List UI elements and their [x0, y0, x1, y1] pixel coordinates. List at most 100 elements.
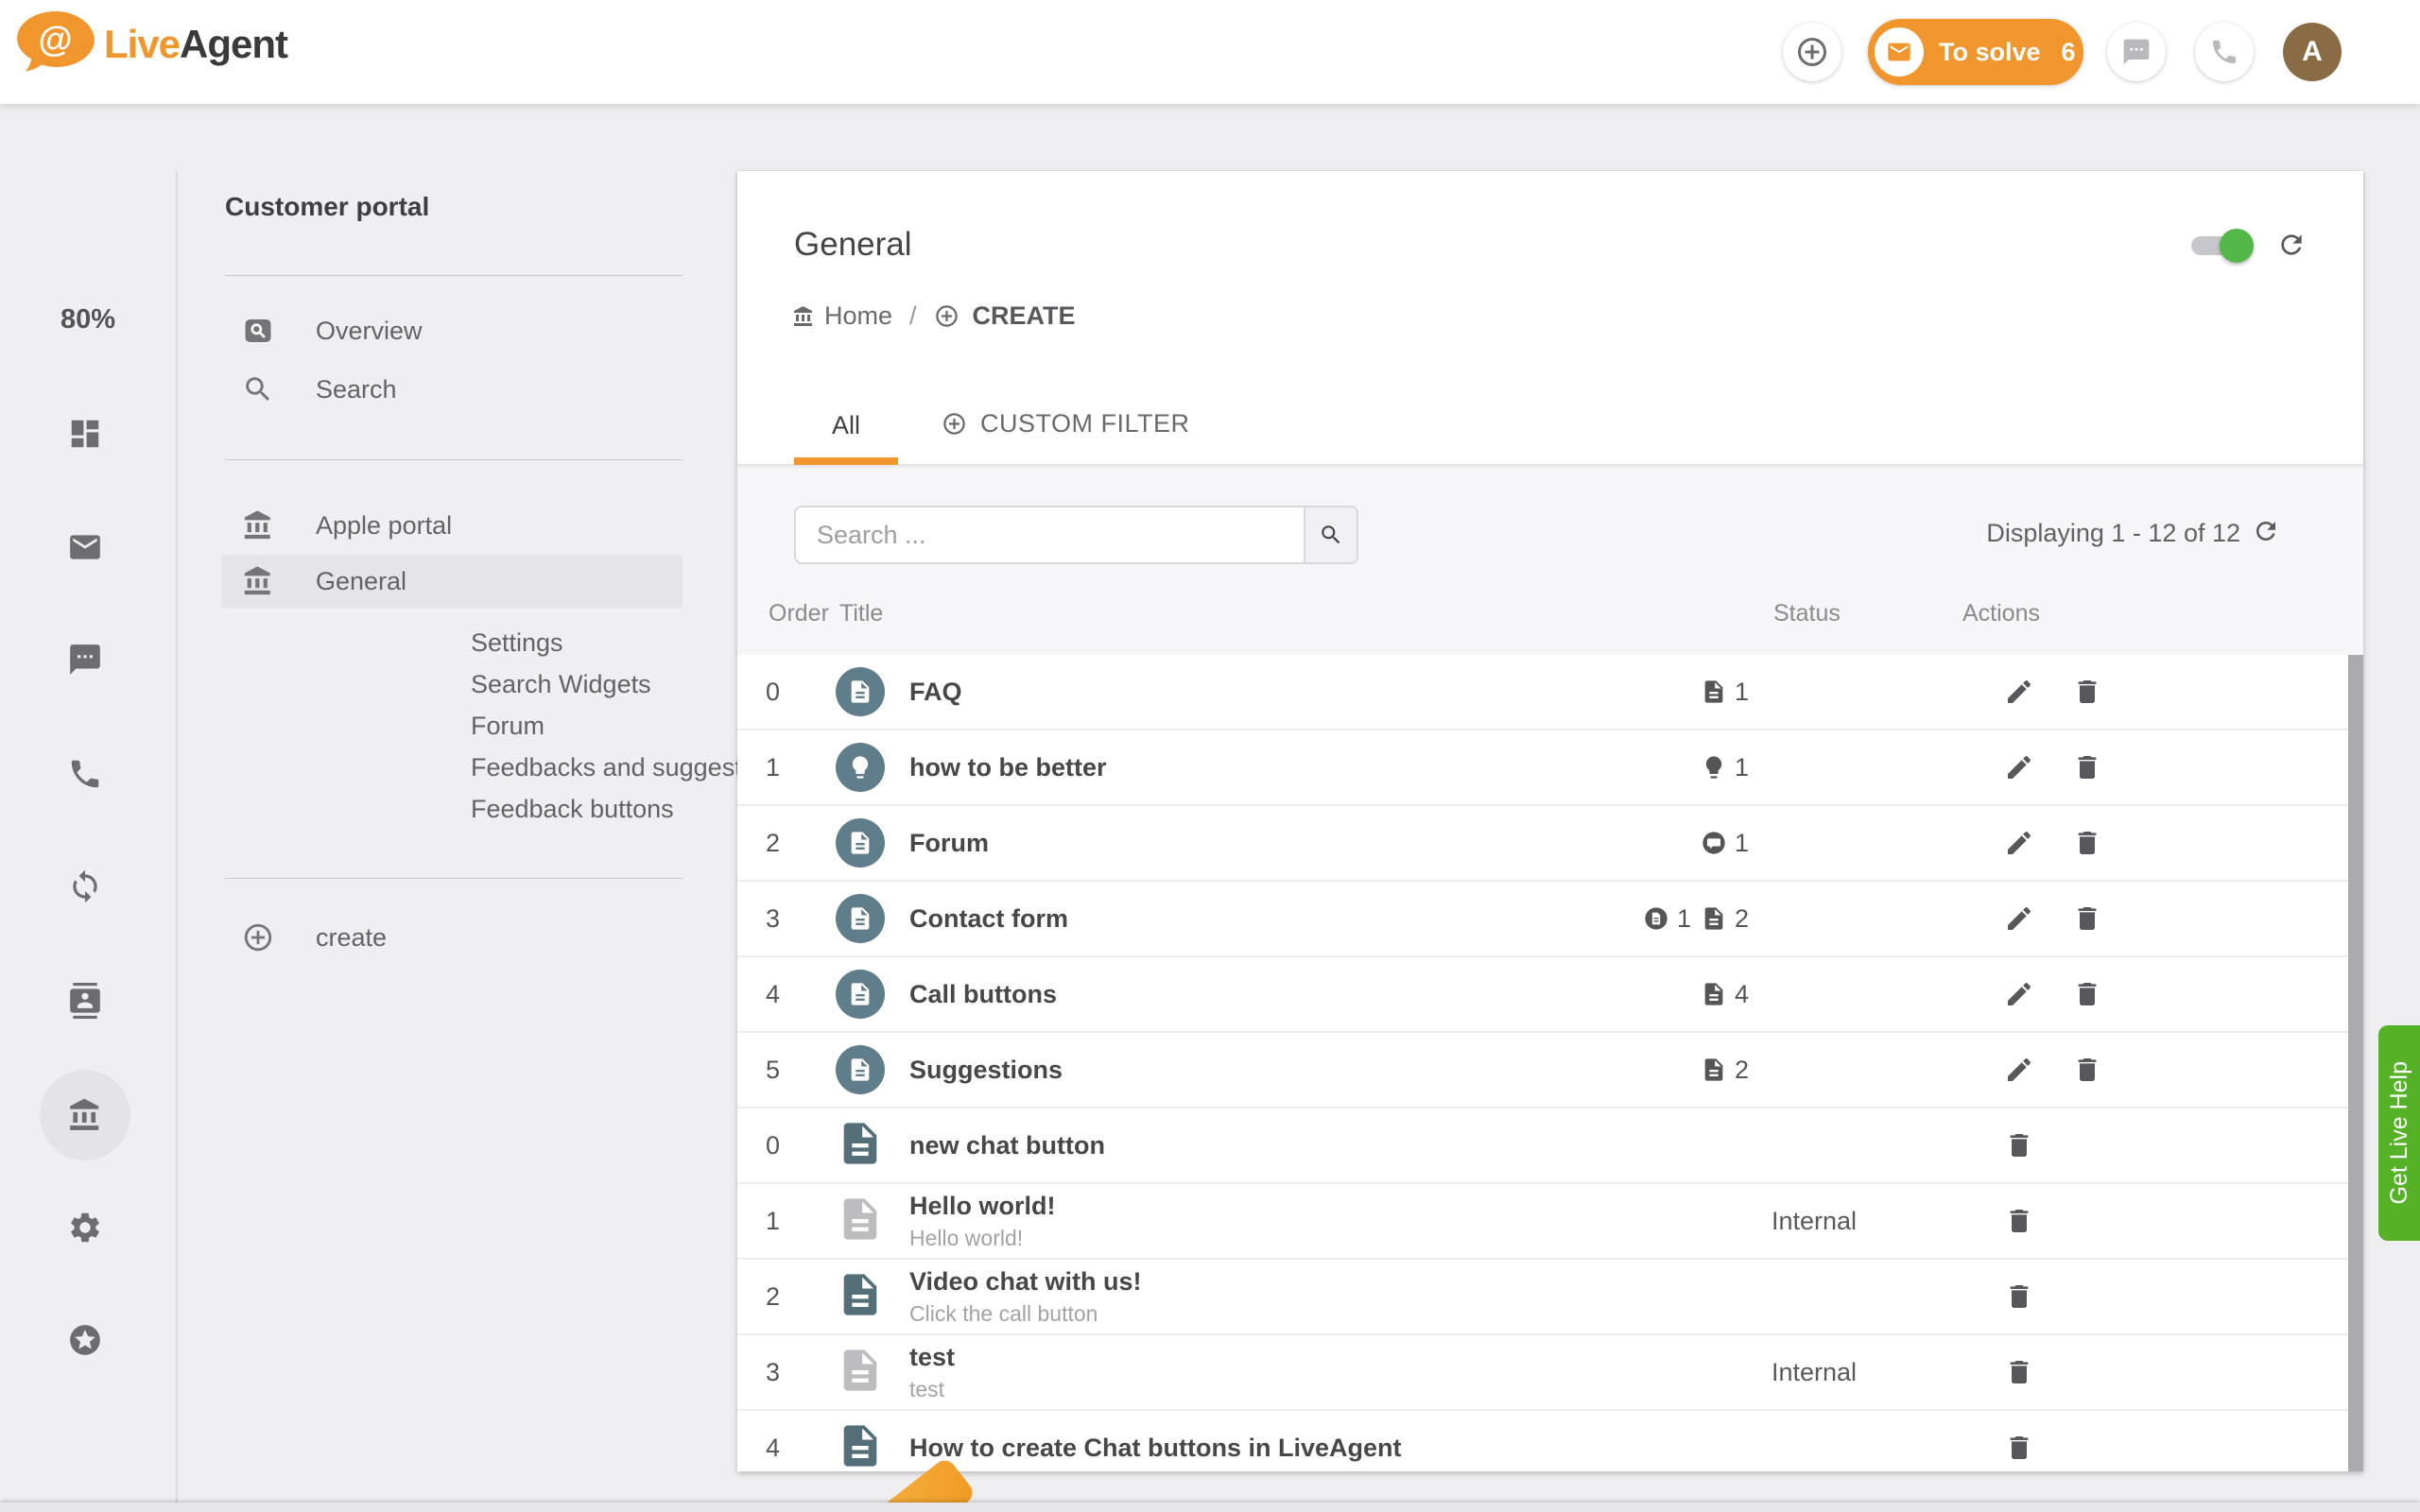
count-value: 4: [1735, 980, 1749, 1009]
table-row[interactable]: 2 Video chat with us! Click the call but…: [737, 1260, 2348, 1335]
table-row[interactable]: 1 Hello world! Hello world! Internal: [737, 1184, 2348, 1260]
rail-contacts-item[interactable]: [67, 983, 103, 1019]
nav-sub-feedback-buttons[interactable]: Feedback buttons: [471, 795, 674, 824]
calls-button[interactable]: [2195, 23, 2254, 81]
rail-settings-item[interactable]: [67, 1210, 103, 1246]
nav-item-search[interactable]: Search: [221, 363, 683, 416]
row-title[interactable]: FAQ: [909, 678, 1592, 707]
nav-item-overview[interactable]: Overview: [221, 304, 683, 357]
edit-icon[interactable]: [2004, 828, 2034, 858]
dashboard-icon: [67, 416, 103, 452]
to-solve-button[interactable]: To solve 6: [1868, 19, 2083, 85]
delete-icon[interactable]: [2072, 903, 2102, 934]
row-title[interactable]: Video chat with us!: [909, 1267, 1592, 1297]
portal-enabled-toggle[interactable]: [2191, 236, 2252, 255]
article-count-icon: [1701, 981, 1727, 1007]
table-row[interactable]: 5 Suggestions 2: [737, 1033, 2348, 1108]
tab-all[interactable]: All: [794, 411, 898, 440]
row-order: 0: [737, 678, 824, 707]
table-row[interactable]: 3 test test Internal: [737, 1335, 2348, 1411]
search-input[interactable]: [796, 507, 1304, 562]
contact-form-type-icon: [836, 894, 885, 943]
article-count-icon: [1701, 1057, 1727, 1083]
icon-rail: 80%: [0, 104, 176, 1512]
breadcrumb-create[interactable]: CREATE: [973, 301, 1076, 331]
rail-starred-item[interactable]: [67, 1322, 103, 1358]
table-row[interactable]: 1 how to be better 1: [737, 730, 2348, 806]
search-button[interactable]: [1304, 507, 1357, 562]
nav-item-create[interactable]: create: [221, 911, 683, 964]
rail-customer-portal-item[interactable]: [67, 1097, 103, 1133]
edit-icon[interactable]: [2004, 1055, 2034, 1085]
edit-icon[interactable]: [2004, 979, 2034, 1009]
table-scrollbar[interactable]: [2348, 655, 2363, 1471]
tab-custom-filter[interactable]: CUSTOM FILTER: [942, 409, 1190, 438]
suggestion-type-icon: [836, 743, 885, 792]
table-row[interactable]: 4 Call buttons 4: [737, 957, 2348, 1033]
table-body: 0 FAQ 1 1 how to be better 1: [737, 655, 2348, 1471]
refresh-icon[interactable]: [2252, 517, 2280, 545]
delete-icon[interactable]: [2004, 1281, 2034, 1312]
nav-sub-forum[interactable]: Forum: [471, 712, 544, 741]
delete-icon[interactable]: [2072, 828, 2102, 858]
breadcrumb-home[interactable]: Home: [824, 301, 892, 331]
delete-icon[interactable]: [2072, 677, 2102, 707]
rail-tickets-item[interactable]: [67, 529, 103, 565]
table-search: [794, 506, 1358, 564]
rail-chats-item[interactable]: [67, 642, 103, 678]
mail-icon: [67, 529, 103, 565]
internal-document-icon: [836, 1342, 900, 1403]
column-order: Order: [769, 600, 829, 627]
row-title[interactable]: Call buttons: [909, 980, 1592, 1009]
delete-icon[interactable]: [2004, 1206, 2034, 1236]
published-document-icon: [836, 1266, 900, 1328]
delete-icon[interactable]: [2072, 979, 2102, 1009]
form-count-icon: [1643, 905, 1669, 932]
delete-icon[interactable]: [2004, 1130, 2034, 1160]
nav-sub-settings[interactable]: Settings: [471, 628, 563, 658]
overview-icon: [242, 315, 274, 347]
add-new-button[interactable]: [1783, 23, 1841, 81]
nav-item-general[interactable]: General: [221, 555, 683, 608]
chats-button[interactable]: [2107, 23, 2166, 81]
user-avatar[interactable]: A: [2283, 23, 2342, 81]
nav-item-label: Search: [316, 375, 397, 404]
row-title[interactable]: Forum: [909, 829, 1592, 858]
liveagent-logo[interactable]: LiveAgent: [15, 9, 287, 79]
refresh-icon[interactable]: [2276, 230, 2307, 260]
get-live-help-tab[interactable]: Get Live Help: [2378, 1025, 2420, 1241]
row-title[interactable]: how to be better: [909, 753, 1592, 782]
row-order: 5: [737, 1056, 824, 1085]
row-order: 4: [737, 1434, 824, 1463]
edit-icon[interactable]: [2004, 752, 2034, 782]
page-title: General: [794, 226, 912, 264]
rail-dashboard-item[interactable]: [67, 416, 103, 452]
row-title[interactable]: Contact form: [909, 904, 1592, 934]
table-row[interactable]: 3 Contact form 1 2: [737, 882, 2348, 957]
delete-icon[interactable]: [2004, 1433, 2034, 1463]
row-title[interactable]: test: [909, 1343, 1592, 1372]
bank-icon: [242, 565, 274, 597]
row-title[interactable]: How to create Chat buttons in LiveAgent: [909, 1434, 1592, 1463]
faq-type-icon: [836, 667, 885, 716]
delete-icon[interactable]: [2004, 1357, 2034, 1387]
table-row[interactable]: 4 How to create Chat buttons in LiveAgen…: [737, 1411, 2348, 1471]
nav-item-apple-portal[interactable]: Apple portal: [221, 499, 683, 552]
edit-icon[interactable]: [2004, 677, 2034, 707]
row-title[interactable]: new chat button: [909, 1131, 1592, 1160]
star-circle-icon: [67, 1322, 103, 1358]
document-icon: [847, 1057, 873, 1083]
nav-sub-search-widgets[interactable]: Search Widgets: [471, 670, 651, 699]
delete-icon[interactable]: [2072, 752, 2102, 782]
rail-automation-item[interactable]: [67, 868, 103, 904]
table-row[interactable]: 2 Forum 1: [737, 806, 2348, 882]
row-title[interactable]: Suggestions: [909, 1056, 1592, 1085]
table-row[interactable]: 0 FAQ 1: [737, 655, 2348, 730]
delete-icon[interactable]: [2072, 1055, 2102, 1085]
table-row[interactable]: 0 new chat button: [737, 1108, 2348, 1184]
edit-icon[interactable]: [2004, 903, 2034, 934]
chat-bubble-icon: [2121, 37, 2152, 67]
row-title[interactable]: Hello world!: [909, 1192, 1592, 1221]
envelope-badge: [1875, 27, 1924, 77]
rail-calls-item[interactable]: [67, 756, 103, 792]
